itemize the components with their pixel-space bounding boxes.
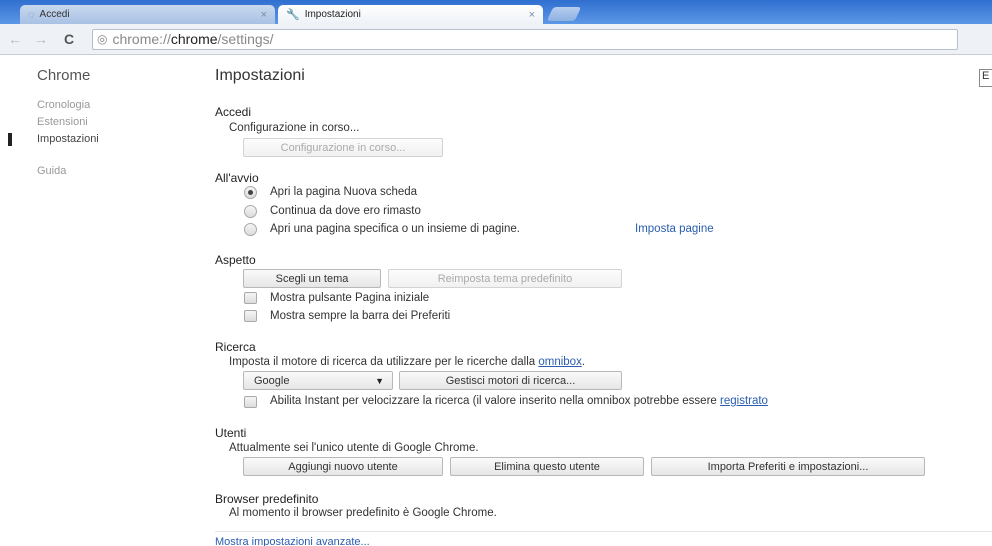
show-bookmarks-label: Mostra sempre la barra dei Preferiti	[270, 310, 451, 322]
close-icon[interactable]: ×	[529, 9, 535, 21]
close-icon[interactable]: ×	[261, 9, 267, 21]
instant-text: Abilita Instant per velocizzare la ricer…	[270, 395, 717, 407]
search-description-text: Imposta il motore di ricerca da utilizza…	[229, 356, 536, 368]
users-description: Attualmente sei l'unico utente di Google…	[229, 442, 479, 454]
show-bookmarks-checkbox[interactable]	[244, 310, 257, 322]
section-search-title: Ricerca	[215, 340, 256, 354]
startup-option-pages: Apri una pagina specifica o un insieme d…	[270, 223, 520, 235]
section-default-browser-title: Browser predefinito	[215, 492, 319, 506]
back-icon[interactable]: ←	[4, 31, 26, 47]
startup-radio-pages[interactable]	[244, 223, 257, 236]
section-signin-title: Accedi	[215, 105, 252, 119]
search-settings-field[interactable]: E	[979, 69, 992, 87]
reset-theme-button[interactable]: Reimposta tema predefinito	[388, 269, 622, 288]
url-scheme: chrome://	[112, 31, 171, 47]
page-icon: ◎	[97, 32, 108, 46]
divider	[215, 531, 992, 532]
show-home-checkbox[interactable]	[244, 292, 257, 304]
show-home-label: Mostra pulsante Pagina iniziale	[270, 292, 430, 304]
wrench-icon: 🔧	[286, 9, 300, 21]
section-startup-title: All'avvio	[215, 171, 259, 185]
section-appearance-title: Aspetto	[215, 253, 256, 267]
startup-radio-newtab[interactable]	[244, 186, 257, 199]
tab-label: Impostazioni	[304, 9, 361, 20]
startup-option-newtab: Apri la pagina Nuova scheda	[270, 186, 418, 198]
tab-impostazioni[interactable]: 🔧 Impostazioni ×	[278, 5, 543, 24]
url-path: /settings/	[217, 31, 274, 47]
signin-status: Configurazione in corso...	[229, 122, 360, 134]
settings-main: Impostazioni E Accedi Configurazione in …	[0, 55, 992, 546]
omnibox-link[interactable]: omnibox	[538, 356, 581, 368]
search-engine-select[interactable]: Google ▼	[243, 371, 393, 390]
globe-icon: ◌	[28, 8, 35, 21]
delete-user-button[interactable]: Elimina questo utente	[450, 457, 644, 476]
import-bookmarks-button[interactable]: Importa Preferiti e impostazioni...	[651, 457, 925, 476]
url-host: chrome	[170, 31, 218, 47]
chevron-down-icon: ▼	[375, 375, 384, 386]
tab-label: Accedi	[39, 9, 70, 20]
startup-radio-continue[interactable]	[244, 205, 257, 218]
search-description: Imposta il motore di ricerca da utilizza…	[229, 356, 586, 368]
search-engine-value: Google	[254, 374, 290, 387]
page-title: Impostazioni	[215, 67, 305, 84]
new-tab-button[interactable]	[546, 7, 582, 21]
instant-checkbox[interactable]	[244, 396, 257, 408]
toolbar: ← → C ◎ chrome://chrome/settings/	[0, 24, 992, 55]
instant-logged-link[interactable]: registrato	[720, 395, 768, 407]
manage-search-engines-button[interactable]: Gestisci motori di ricerca...	[399, 371, 622, 390]
default-browser-description: Al momento il browser predefinito è Goog…	[229, 507, 497, 519]
tab-accedi[interactable]: ◌ Accedi ×	[20, 5, 275, 24]
choose-theme-button[interactable]: Scegli un tema	[243, 269, 381, 288]
forward-icon[interactable]: →	[30, 31, 52, 47]
set-pages-link[interactable]: Imposta pagine	[635, 223, 714, 235]
reload-icon[interactable]: C	[58, 31, 80, 47]
instant-label: Abilita Instant per velocizzare la ricer…	[270, 395, 768, 407]
omnibox[interactable]: ◎ chrome://chrome/settings/	[92, 28, 958, 50]
signin-setup-button[interactable]: Configurazione in corso...	[243, 138, 443, 157]
section-users-title: Utenti	[215, 426, 247, 440]
startup-option-continue: Continua da dove ero rimasto	[270, 205, 421, 217]
tab-strip: ◌ Accedi × 🔧 Impostazioni ×	[0, 0, 992, 24]
add-user-button[interactable]: Aggiungi nuovo utente	[243, 457, 443, 476]
show-advanced-settings-link[interactable]: Mostra impostazioni avanzate...	[215, 536, 370, 546]
